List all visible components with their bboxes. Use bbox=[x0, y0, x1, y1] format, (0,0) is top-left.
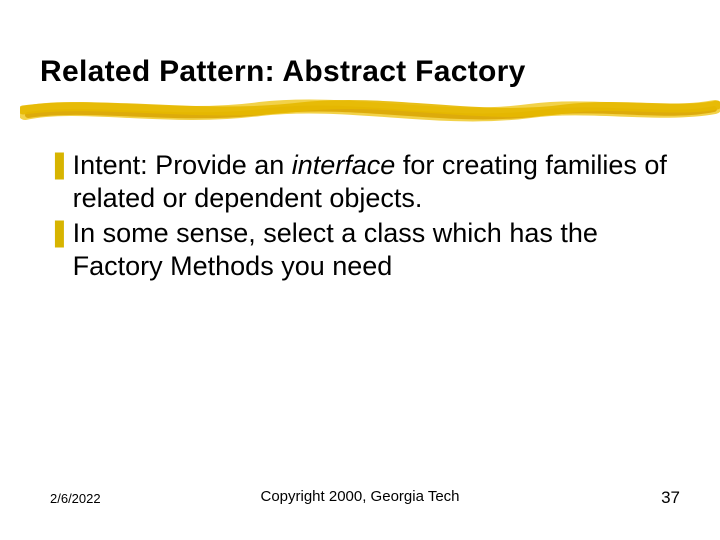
bullet-text-italic: interface bbox=[292, 150, 396, 180]
bullet-icon: ❚ bbox=[48, 217, 71, 250]
bullet-text: In some sense, select a class which has … bbox=[73, 217, 680, 283]
bullet-text-pre: In some sense, select a class which has … bbox=[73, 218, 598, 281]
bullet-list: ❚ Intent: Provide an interface for creat… bbox=[40, 149, 680, 283]
list-item: ❚ Intent: Provide an interface for creat… bbox=[48, 149, 680, 215]
title-underline bbox=[40, 99, 680, 125]
bullet-text-pre: Intent: Provide an bbox=[73, 150, 292, 180]
slide-title: Related Pattern: Abstract Factory bbox=[40, 55, 680, 89]
bullet-text: Intent: Provide an interface for creatin… bbox=[73, 149, 680, 215]
list-item: ❚ In some sense, select a class which ha… bbox=[48, 217, 680, 283]
slide-footer: 2/6/2022 Copyright 2000, Georgia Tech 37 bbox=[0, 488, 720, 508]
slide: Related Pattern: Abstract Factory ❚ Inte… bbox=[0, 0, 720, 540]
brush-underline-icon bbox=[20, 93, 720, 127]
footer-copyright: Copyright 2000, Georgia Tech bbox=[260, 488, 459, 505]
bullet-icon: ❚ bbox=[48, 149, 71, 182]
footer-page-number: 37 bbox=[661, 488, 680, 508]
footer-date: 2/6/2022 bbox=[50, 491, 101, 506]
